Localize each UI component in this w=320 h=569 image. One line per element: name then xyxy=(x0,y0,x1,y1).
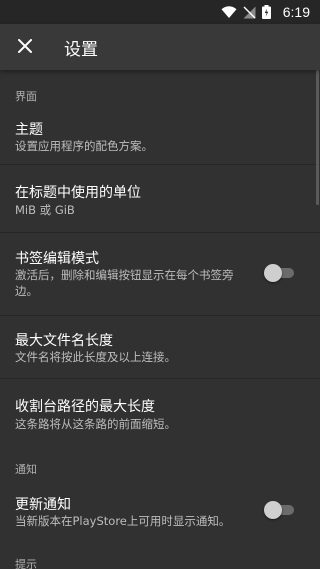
pref-unit-title: 在标题中使用的单位 xyxy=(15,185,141,201)
pref-max-path[interactable]: 收割台路径的最大长度 这条路将从这条路的前面缩短。 xyxy=(0,379,320,447)
scrollbar[interactable] xyxy=(316,70,319,205)
status-bar: 6:19 xyxy=(0,0,320,24)
bookmark-edit-toggle[interactable] xyxy=(264,263,296,283)
section-header-ui: 界面 xyxy=(15,90,37,103)
pref-theme-summary: 设置应用程序的配色方案。 xyxy=(15,139,153,153)
pref-bookmark-edit-summary: 激活后，删除和编辑按钮显示在每个书签旁边。 xyxy=(15,268,234,298)
status-time: 6:19 xyxy=(282,4,310,20)
pref-unit[interactable]: 在标题中使用的单位 MiB 或 GiB xyxy=(0,165,320,232)
page-title: 设置 xyxy=(64,39,98,60)
pref-max-filename-title: 最大文件名长度 xyxy=(15,333,113,349)
close-button[interactable] xyxy=(0,24,50,70)
pref-max-filename-summary: 文件名将按此长度及以上连接。 xyxy=(15,350,176,364)
toggle-thumb xyxy=(264,264,282,282)
pref-max-path-title: 收割台路径的最大长度 xyxy=(15,399,155,415)
wifi-icon xyxy=(221,5,237,19)
pref-theme[interactable]: 主题 设置应用程序的配色方案。 xyxy=(0,110,320,164)
pref-max-path-summary: 这条路将从这条路的前面缩短。 xyxy=(15,417,176,431)
close-icon xyxy=(17,38,33,57)
section-header-tips: 提示 xyxy=(15,558,37,569)
settings-list[interactable]: 界面 主题 设置应用程序的配色方案。 在标题中使用的单位 MiB 或 GiB 书… xyxy=(0,70,320,569)
pref-bookmark-edit[interactable]: 书签编辑模式 激活后，删除和编辑按钮显示在每个书签旁边。 xyxy=(0,233,320,315)
battery-icon xyxy=(261,5,271,19)
pref-theme-title: 主题 xyxy=(15,122,43,138)
app-bar: 设置 xyxy=(0,24,320,70)
pref-max-filename[interactable]: 最大文件名长度 文件名将按此长度及以上连接。 xyxy=(0,316,320,378)
toggle-thumb xyxy=(264,501,282,519)
pref-update-notify-summary: 当新版本在PlayStore上可用时显示通知。 xyxy=(15,514,231,528)
section-header-notification: 通知 xyxy=(15,463,37,476)
signal-off-icon xyxy=(243,6,256,19)
update-notify-toggle[interactable] xyxy=(264,500,296,520)
pref-bookmark-edit-title: 书签编辑模式 xyxy=(15,251,99,267)
pref-unit-summary: MiB 或 GiB xyxy=(15,203,75,217)
pref-update-notify[interactable]: 更新通知 当新版本在PlayStore上可用时显示通知。 xyxy=(0,478,320,538)
pref-update-notify-title: 更新通知 xyxy=(15,497,71,513)
